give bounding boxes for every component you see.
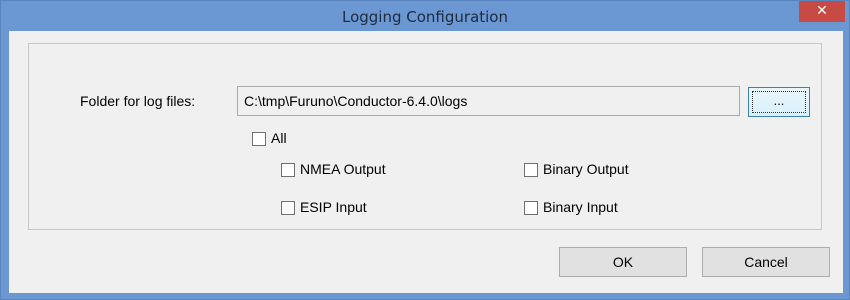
binary-output-checkbox[interactable] — [524, 163, 538, 177]
window-title: Logging Configuration — [341, 8, 508, 26]
nmea-output-label: NMEA Output — [300, 161, 386, 177]
binary-input-checkbox[interactable] — [524, 201, 538, 215]
title-bar[interactable]: Logging Configuration ✕ — [1, 1, 849, 31]
cancel-button[interactable]: Cancel — [702, 247, 830, 277]
close-icon: ✕ — [816, 3, 828, 19]
dialog-window: Logging Configuration ✕ Folder for log f… — [0, 0, 850, 300]
browse-label: ... — [773, 93, 785, 108]
folder-label: Folder for log files: — [80, 93, 196, 109]
log-folder-field[interactable]: C:\tmp\Furuno\Conductor-6.4.0\logs — [237, 86, 740, 116]
logging-options-group — [28, 43, 822, 230]
close-button[interactable]: ✕ — [799, 1, 845, 22]
binary-output-label: Binary Output — [543, 161, 629, 177]
all-label: All — [271, 130, 287, 146]
binary-input-label: Binary Input — [543, 199, 618, 215]
browse-button[interactable]: ... — [748, 87, 810, 117]
esip-input-checkbox[interactable] — [281, 201, 295, 215]
esip-input-label: ESIP Input — [300, 199, 367, 215]
nmea-output-checkbox[interactable] — [281, 163, 295, 177]
ok-button[interactable]: OK — [559, 247, 687, 277]
all-checkbox[interactable] — [252, 132, 266, 146]
